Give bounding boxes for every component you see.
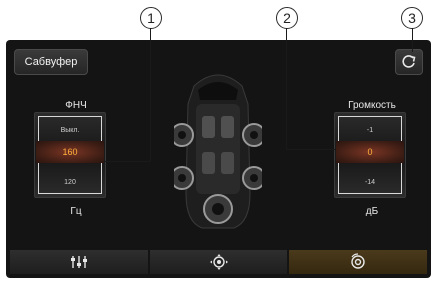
- volume-option-above[interactable]: -1: [335, 127, 405, 134]
- leader-line-1-h: [104, 161, 151, 162]
- tab-bar: [10, 250, 428, 274]
- subwoofer-button[interactable]: Сабвуфер: [14, 49, 88, 75]
- equalizer-icon: [70, 256, 87, 268]
- callout-3: 3: [401, 7, 423, 29]
- tab-subwoofer[interactable]: [289, 250, 428, 274]
- leader-line-3: [412, 28, 413, 52]
- volume-option-below[interactable]: -14: [335, 179, 405, 186]
- tab-equalizer[interactable]: [10, 250, 148, 274]
- lpf-title: ФНЧ: [65, 100, 87, 111]
- callout-1: 1: [140, 7, 162, 29]
- volume-selected-value: 0: [336, 141, 404, 163]
- car-speaker-diagram: [174, 74, 262, 229]
- head-unit-screen: Сабвуфер ФНЧ Выкл. 160 120 Гц Громкость …: [6, 40, 431, 278]
- leader-line-2-h: [286, 149, 336, 150]
- lpf-option-above[interactable]: Выкл.: [35, 127, 105, 134]
- refresh-icon: [402, 55, 416, 68]
- volume-unit: дБ: [365, 206, 379, 217]
- volume-picker[interactable]: -1 0 -14: [334, 112, 406, 198]
- volume-title: Громкость: [348, 100, 396, 111]
- lpf-selected-value: 160: [36, 141, 104, 163]
- callout-2: 2: [276, 7, 298, 29]
- tab-sound-position[interactable]: [149, 250, 288, 274]
- leader-line-1: [150, 28, 151, 162]
- lpf-option-below[interactable]: 120: [35, 179, 105, 186]
- lpf-picker[interactable]: Выкл. 160 120: [34, 112, 106, 198]
- leader-line-2: [286, 28, 287, 150]
- subwoofer-icon: [351, 253, 365, 269]
- sound-position-icon: [209, 254, 228, 270]
- lpf-unit: Гц: [70, 206, 82, 217]
- reset-button[interactable]: [395, 49, 423, 75]
